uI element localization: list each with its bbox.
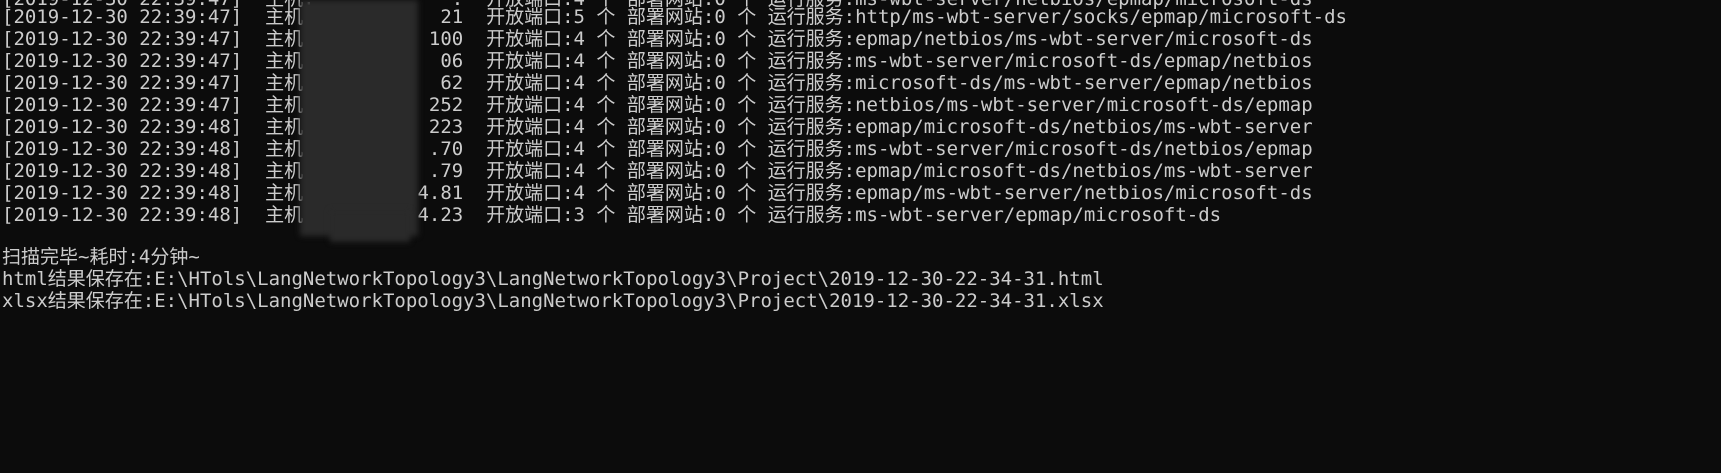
xlsx-output-path: xlsx结果保存在:E:\HTols\LangNetworkTopology3\… [2,290,1104,312]
scan-result-line: [2019-12-30 22:39:48] 主机: 4.23 开放端口:3 个 … [2,204,1222,226]
scan-result-line: [2019-12-30 22:39:47] 主机 62 开放端口:4 个 部署网… [2,72,1313,94]
scan-result-line: [2019-12-30 22:39:47] 主机: 100 开放端口:4 个 部… [2,28,1313,50]
html-output-path: html结果保存在:E:\HTols\LangNetworkTopology3\… [2,268,1104,290]
scan-result-line: [2019-12-30 22:39:48] 主机 .70 开放端口:4 个 部署… [2,138,1313,160]
scan-result-line: [2019-12-30 22:39:47] 主机 252 开放端口:4 个 部署… [2,94,1313,116]
console-window[interactable]: [2019-12-30 22:39:47] 主机: . 开放端口:4 个 部署网… [0,0,1721,473]
scan-result-line: [2019-12-30 22:39:48] 主机 .79 开放端口:4 个 部署… [2,160,1313,182]
redaction-mask [300,0,418,236]
scan-result-line: [2019-12-30 22:39:48] 主机 223 开放端口:4 个 部署… [2,116,1313,138]
redaction-mask [330,210,410,242]
scan-summary: 扫描完毕~耗时:4分钟~ [2,246,200,268]
scan-result-line: [2019-12-30 22:39:47] 主机: 21 开放端口:5 个 部署… [2,6,1347,28]
scan-result-line: [2019-12-30 22:39:48] 主机. 4.81 开放端口:4 个 … [2,182,1313,204]
scan-result-line: [2019-12-30 22:39:47] 主机 06 开放端口:4 个 部署网… [2,50,1313,72]
